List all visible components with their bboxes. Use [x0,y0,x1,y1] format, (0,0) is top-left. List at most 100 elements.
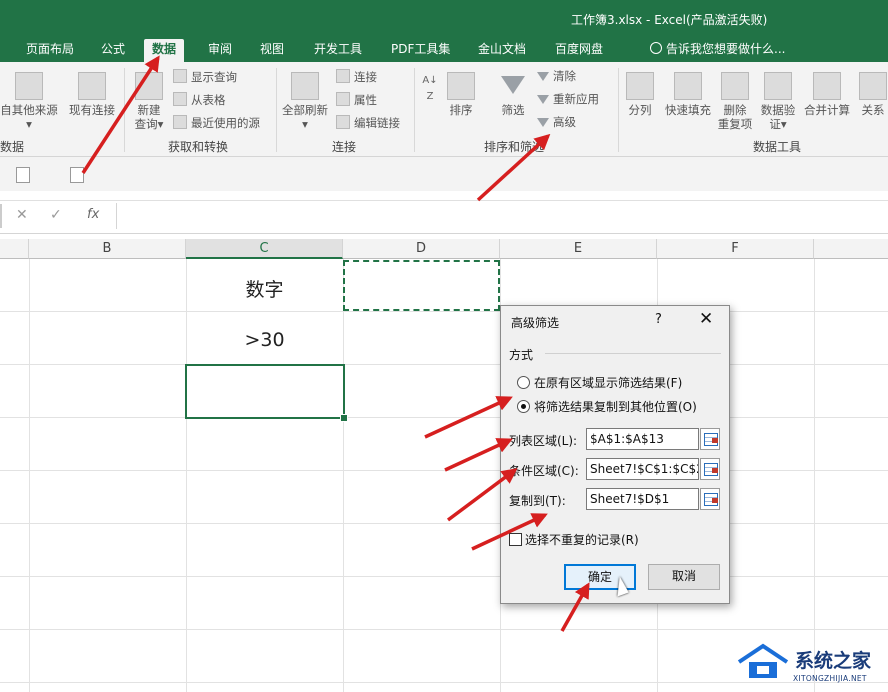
ribbon-divider [276,68,277,152]
quick-access-toolbar [0,157,888,191]
column-header-e[interactable]: E [500,239,657,259]
advanced-filter-label: 高级 [553,115,576,129]
table-icon [173,92,187,106]
tab-baidu-netdisk[interactable]: 百度网盘 [547,39,611,62]
fill-handle[interactable] [340,414,348,422]
print-preview-icon[interactable] [16,167,30,183]
advanced-filter-button[interactable]: 高级 [537,115,576,129]
range-picker-icon[interactable] [700,488,720,510]
group-label-sort-filter: 排序和筛选 [484,140,545,154]
clear-filter-label: 清除 [553,69,576,83]
relationships-label: 关系 [861,103,885,117]
radio-copy-to-location[interactable] [517,400,530,413]
column-header-c[interactable]: C [186,239,343,259]
properties-button[interactable]: 属性 [336,92,377,107]
list-range-input[interactable]: $A$1:$A$13 [586,428,699,450]
name-box-edge [0,204,2,228]
new-query-button[interactable]: 新建 查询▾ [131,72,167,131]
from-table-button[interactable]: 从表格 [173,92,226,107]
window-title: 工作簿3.xlsx - Excel(产品激活失败) [571,13,768,27]
consolidate-icon [813,72,841,100]
active-cell-selection[interactable] [185,364,345,419]
relationships-button[interactable]: 关系 [858,72,888,117]
clear-filter-button[interactable]: 清除 [537,69,576,83]
gridline [0,470,888,471]
radio-copy-to-location-label[interactable]: 将筛选结果复制到其他位置(O) [534,398,697,415]
confirm-entry-icon[interactable]: ✓ [50,207,62,223]
column-header-f[interactable]: F [657,239,814,259]
flash-fill-button[interactable]: 快速填充 [662,72,714,117]
tab-developer[interactable]: 开发工具 [306,39,370,62]
watermark-text: 系统之家 [795,650,872,672]
tab-view[interactable]: 视图 [252,39,292,62]
gridline [0,417,888,418]
edit-links-button[interactable]: 编辑链接 [336,115,400,130]
cell-c1[interactable]: 数字 [186,275,343,302]
gridline [0,311,888,312]
column-header-g-partial[interactable] [814,239,888,259]
radio-filter-in-place-label[interactable]: 在原有区域显示筛选结果(F) [534,374,682,391]
flash-fill-icon [674,72,702,100]
ribbon-divider [618,68,619,152]
tab-formulas[interactable]: 公式 [93,39,133,62]
advanced-filter-icon [537,118,549,127]
sort-label: 排序 [449,103,473,117]
close-icon[interactable]: ✕ [699,309,713,329]
new-query-label-2: 查询 [134,117,158,131]
gridline [0,629,888,630]
text-to-columns-button[interactable]: 分列 [624,72,656,117]
funnel-icon [501,76,525,94]
existing-connections-button[interactable]: 现有连接 [64,72,120,117]
reapply-button[interactable]: 重新应用 [537,92,599,106]
unique-records-label[interactable]: 选择不重复的记录(R) [525,531,639,548]
criteria-range-input[interactable]: Sheet7!$C$1:$C$2 [586,458,699,480]
group-label-get-transform: 获取和转换 [168,140,229,154]
tab-pdf-tools[interactable]: PDF工具集 [383,39,458,62]
ribbon-divider [124,68,125,152]
tab-page-layout[interactable]: 页面布局 [18,39,82,62]
search-doc-icon[interactable] [70,167,84,183]
watermark-url: XITONGZHIJIA.NET [793,674,867,683]
range-picker-icon[interactable] [700,458,720,480]
show-queries-button[interactable]: 显示查询 [173,69,237,84]
help-icon[interactable]: ? [655,312,662,327]
connections-label: 连接 [354,70,377,84]
cancel-entry-icon[interactable]: ✕ [16,207,28,223]
text-to-columns-icon [626,72,654,100]
remove-duplicates-button[interactable]: 删除 重复项 [716,72,754,131]
list-range-label: 列表区域(L): [509,434,578,448]
lightbulb-icon [650,42,662,54]
clear-filter-icon [537,72,549,81]
data-validation-label-2: 证 [769,117,781,131]
consolidate-button[interactable]: 合并计算 [800,72,854,117]
insert-function-icon[interactable]: fx [87,207,99,222]
tab-kingsoft-docs[interactable]: 金山文档 [470,39,534,62]
gridline [0,523,888,524]
unique-records-checkbox[interactable] [509,533,522,546]
column-header-a-partial[interactable] [0,239,29,259]
tab-data[interactable]: 数据 [144,39,185,62]
formula-input[interactable] [116,203,888,229]
data-validation-button[interactable]: 数据验 证▾ [758,72,798,131]
tab-review[interactable]: 审阅 [200,39,240,62]
column-header-b[interactable]: B [29,239,186,259]
connections-button[interactable]: 连接 [336,69,377,84]
gridline [0,576,888,577]
cancel-button[interactable]: 取消 [648,564,720,590]
edit-links-icon [336,115,350,129]
cell-c2[interactable]: >30 [186,329,343,351]
recent-sources-button[interactable]: 最近使用的源 [173,115,260,130]
sort-button[interactable]: 排序 [444,72,478,117]
filter-button[interactable]: 筛选 [496,72,530,117]
refresh-all-button[interactable]: 全部刷新 ▾ [280,72,330,131]
remove-duplicates-label-1: 删除 [723,103,747,117]
sort-az-button[interactable]: A↓ Z [420,72,440,104]
range-picker-icon[interactable] [700,428,720,450]
radio-filter-in-place[interactable] [517,376,530,389]
reapply-icon [537,95,549,104]
copy-to-input[interactable]: Sheet7!$D$1 [586,488,699,510]
connections-icon [336,69,350,83]
tell-me-search[interactable]: 告诉我您想要做什么... [650,40,785,57]
column-header-d[interactable]: D [343,239,500,259]
from-other-sources-button[interactable]: 自其他来源 ▾ [0,72,58,131]
